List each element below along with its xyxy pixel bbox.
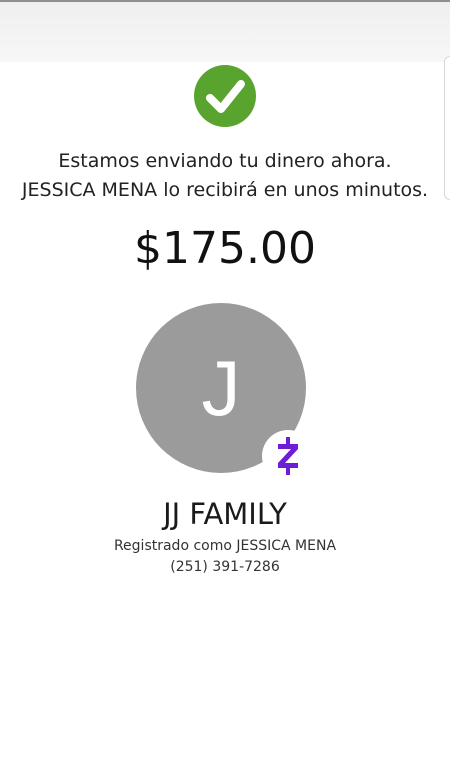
top-bar: [0, 0, 450, 62]
payment-confirmation-screen: Estamos enviando tu dinero ahora. JESSIC…: [0, 0, 450, 761]
checkmark-circle-icon: [194, 65, 256, 127]
registered-as-text: Registrado como JESSICA MENA: [113, 538, 337, 554]
side-panel-edge: [444, 56, 450, 200]
zelle-logo-icon: [262, 430, 314, 482]
payment-amount: $175.00: [134, 223, 316, 274]
recipient-phone: (251) 391-7286: [170, 559, 280, 575]
recipient-name: JJ FAMILY: [163, 497, 287, 531]
confirmation-message: Estamos enviando tu dinero ahora. JESSIC…: [21, 150, 429, 201]
